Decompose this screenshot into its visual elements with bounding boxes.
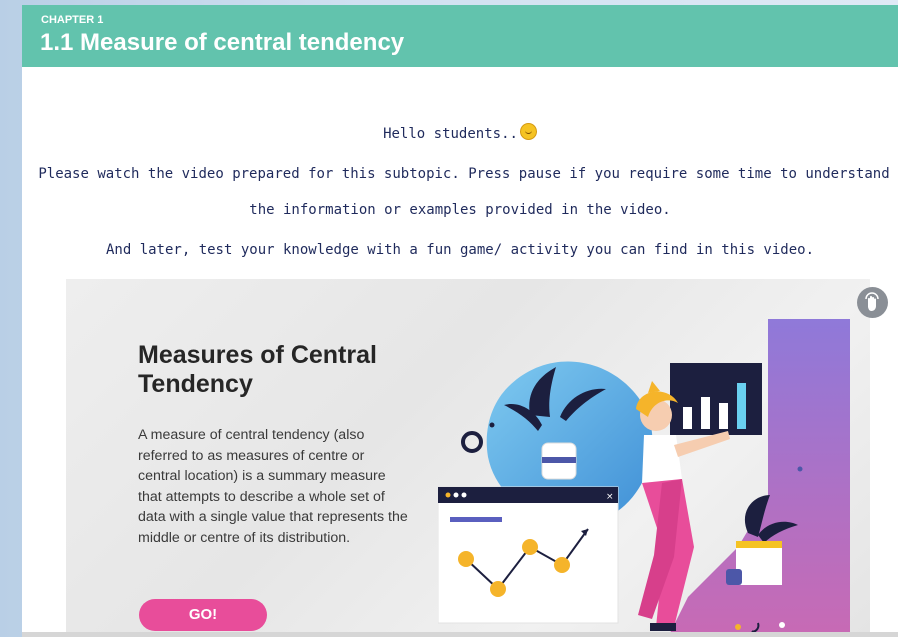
chapter-label: CHAPTER 1 (41, 14, 104, 26)
lesson-page: CHAPTER 1 1.1 Measure of central tendenc… (22, 5, 898, 637)
horizontal-scrollbar[interactable] (22, 632, 898, 637)
go-button[interactable]: GO! (139, 599, 267, 631)
illustration-woman-charts: × (438, 319, 850, 637)
activity-text: And later, test your knowledge with a fu… (105, 242, 814, 258)
video-description: A measure of central tendency (also refe… (138, 427, 408, 546)
touch-hand-icon[interactable] (857, 287, 888, 318)
svg-text:×: × (606, 492, 614, 502)
greeting-line: Hello students.. (22, 123, 898, 142)
instructions-line1: Please watch the video prepared for this… (38, 166, 890, 182)
instructions-line2: the information or examples provided in … (249, 202, 671, 218)
chapter-header: CHAPTER 1 1.1 Measure of central tendenc… (22, 5, 898, 67)
page-title: 1.1 Measure of central tendency (40, 29, 405, 56)
video-title: Measures of Central Tendency (138, 341, 377, 398)
video-embed[interactable]: Measures of Central Tendency A measure o… (66, 279, 870, 637)
smiley-emoji-icon (519, 123, 537, 140)
greeting-text: Hello students.. (383, 126, 518, 142)
